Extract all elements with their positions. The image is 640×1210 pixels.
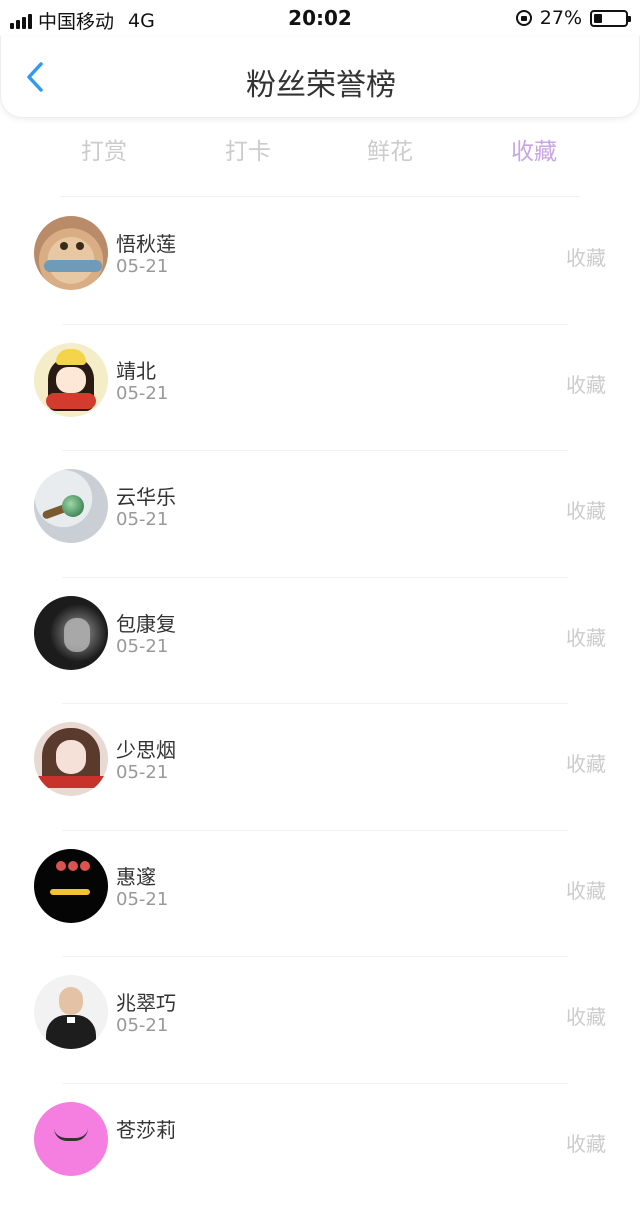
action-label: 收藏 (566, 1001, 606, 1030)
fan-date: 05-21 (116, 762, 168, 783)
action-label: 收藏 (566, 242, 606, 271)
fan-name: 惠邃 (116, 861, 156, 890)
rotation-lock-icon (516, 10, 532, 26)
list-item[interactable]: 兆翠巧 05-21 收藏 (0, 957, 640, 1084)
list-item[interactable]: 惠邃 05-21 收藏 (0, 831, 640, 958)
avatar[interactable] (34, 975, 108, 1049)
action-label: 收藏 (566, 748, 606, 777)
fan-name: 包康复 (116, 608, 176, 637)
fan-date: 05-21 (116, 256, 168, 277)
battery-percent: 27% (540, 7, 582, 29)
battery-fill (594, 14, 602, 23)
fan-list: 悟秋莲 05-21 收藏 靖北 05-21 收藏 云华乐 05-21 收藏 包康… (0, 198, 640, 1210)
battery-icon (590, 10, 628, 27)
avatar[interactable] (34, 216, 108, 290)
action-label: 收藏 (566, 1128, 606, 1157)
list-item[interactable]: 少思烟 05-21 收藏 (0, 704, 640, 831)
list-item[interactable]: 苍莎莉 收藏 (0, 1084, 640, 1210)
tab-checkin[interactable]: 打卡 (188, 132, 308, 166)
fan-name: 靖北 (116, 355, 156, 384)
avatar[interactable] (34, 722, 108, 796)
fan-name: 云华乐 (116, 481, 176, 510)
fan-date: 05-21 (116, 889, 168, 910)
nav-bar: 粉丝荣誉榜 (0, 36, 640, 118)
avatar[interactable] (34, 1102, 108, 1176)
status-bar: 中国移动 4G 20:02 27% (0, 0, 640, 36)
fan-date: 05-21 (116, 509, 168, 530)
fan-date: 05-21 (116, 383, 168, 404)
tab-reward[interactable]: 打赏 (44, 132, 164, 166)
fan-name: 少思烟 (116, 734, 176, 763)
fan-name: 兆翠巧 (116, 987, 176, 1016)
list-item[interactable]: 包康复 05-21 收藏 (0, 578, 640, 705)
tabs-divider (60, 196, 580, 197)
list-item[interactable]: 靖北 05-21 收藏 (0, 325, 640, 452)
fan-date: 05-21 (116, 1015, 168, 1036)
fan-name: 悟秋莲 (116, 228, 176, 257)
page-title: 粉丝荣誉榜 (1, 60, 640, 104)
tab-bar: 打赏 打卡 鲜花 收藏 (0, 124, 640, 174)
fan-name: 苍莎莉 (116, 1114, 176, 1143)
avatar[interactable] (34, 596, 108, 670)
fan-date: 05-21 (116, 636, 168, 657)
list-item[interactable]: 悟秋莲 05-21 收藏 (0, 198, 640, 325)
list-item[interactable]: 云华乐 05-21 收藏 (0, 451, 640, 578)
avatar[interactable] (34, 469, 108, 543)
action-label: 收藏 (566, 622, 606, 651)
avatar[interactable] (34, 343, 108, 417)
tab-favorites[interactable]: 收藏 (474, 132, 594, 166)
action-label: 收藏 (566, 495, 606, 524)
tab-flowers[interactable]: 鲜花 (330, 132, 450, 166)
status-right: 27% (516, 7, 628, 29)
action-label: 收藏 (566, 369, 606, 398)
action-label: 收藏 (566, 875, 606, 904)
avatar[interactable] (34, 849, 108, 923)
